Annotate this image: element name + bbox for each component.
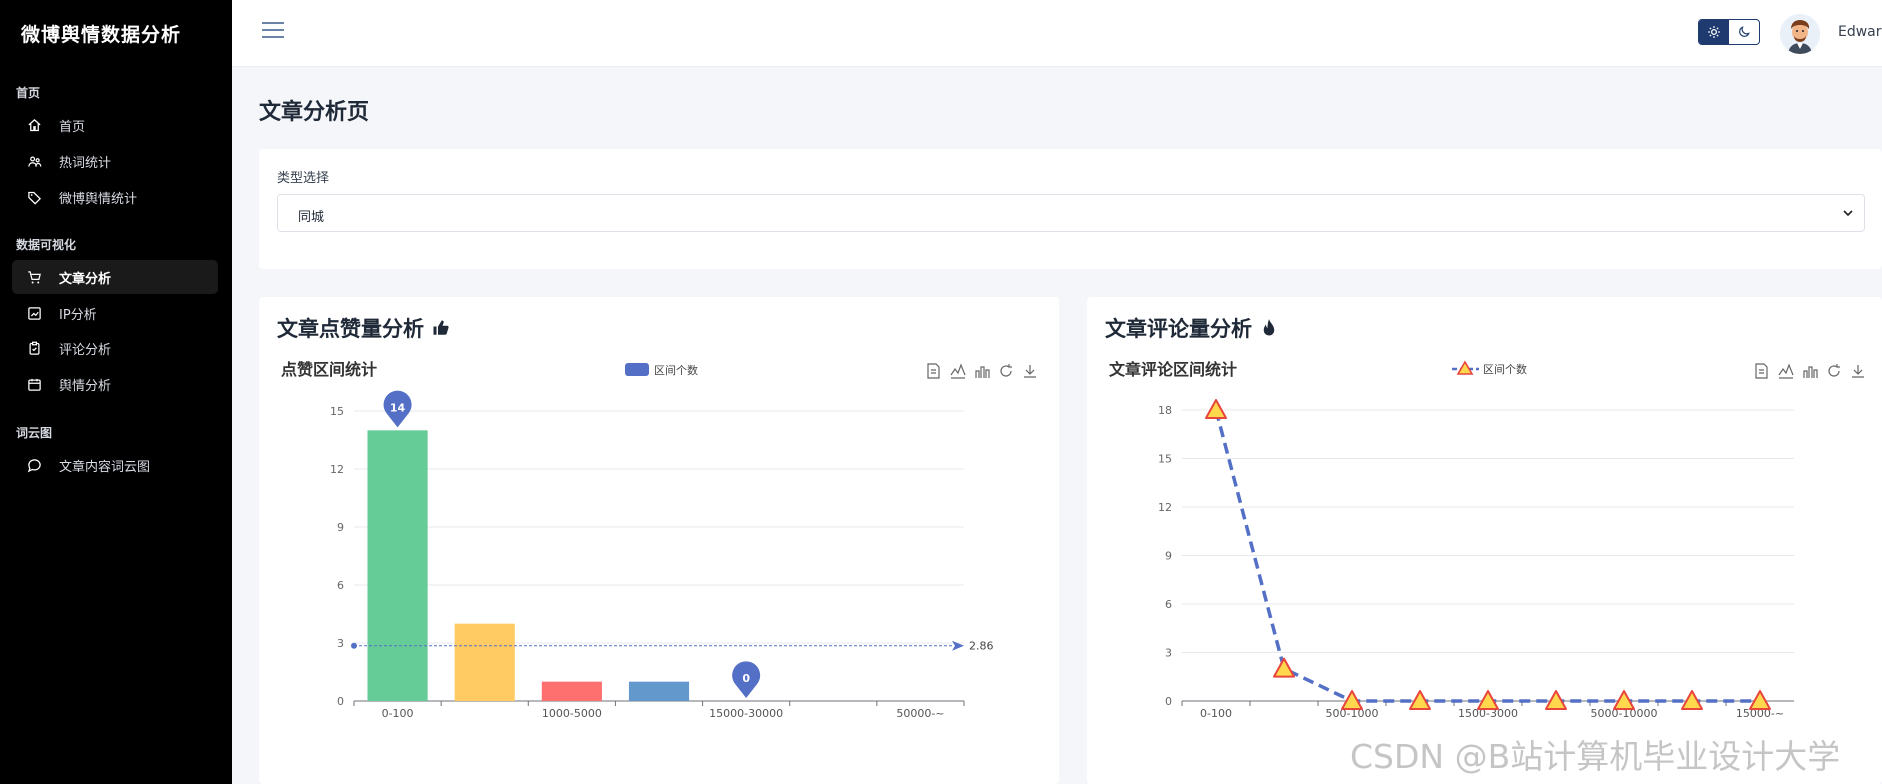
restore-icon[interactable] (1000, 364, 1012, 377)
sidebar-item-0-2[interactable]: 微博舆情统计 (12, 180, 218, 214)
sidebar-item-label: 舆情分析 (59, 378, 112, 394)
thumbs-up-icon (432, 319, 450, 337)
y-tick-label: 18 (1158, 404, 1172, 417)
brand-title: 微博舆情数据分析 (21, 24, 182, 46)
username[interactable]: Edward (1838, 24, 1882, 40)
chevron-down-icon (1842, 207, 1854, 223)
download-icon[interactable] (1852, 365, 1864, 378)
legend-label: 区间个数 (654, 364, 698, 377)
data-point (1273, 657, 1295, 678)
avatar[interactable] (1780, 14, 1820, 54)
line-switch-icon[interactable] (1778, 363, 1794, 379)
fire-icon (1260, 318, 1278, 338)
data-view-icon[interactable] (927, 363, 940, 379)
data-point (1749, 690, 1771, 710)
sidebar-item-label: IP分析 (59, 307, 97, 323)
sidebar-item-0-0[interactable]: 首页 (12, 108, 218, 142)
calendar-icon (26, 376, 42, 392)
comments-card: 文章评论量分析 文章评论区间统计 区间个数 0 3 6 9 12 15 18 0-100 500-1… (1087, 297, 1882, 784)
sidebar-item-label: 评论分析 (59, 342, 112, 358)
average-line-arrow (952, 640, 964, 651)
type-select[interactable]: 同城 (277, 194, 1865, 232)
filter-card: 类型选择 同城 (259, 149, 1882, 269)
sidebar: 微博舆情数据分析 首页 首页 热词统计 微博舆情统计 数据可视化 文章分析 IP分析 评论分析… (0, 0, 232, 784)
sidebar-item-label: 微博舆情统计 (59, 191, 138, 207)
likes-card-title: 文章点赞量分析 (277, 313, 450, 343)
y-tick-label: 9 (1165, 550, 1172, 563)
users-icon (26, 153, 42, 169)
y-tick-label: 9 (337, 521, 344, 534)
y-tick-label: 6 (337, 579, 344, 592)
sidebar-item-label: 热词统计 (59, 155, 112, 171)
data-point (1205, 399, 1227, 419)
sidebar-item-1-3[interactable]: 舆情分析 (12, 367, 218, 401)
moon-icon[interactable] (1729, 20, 1759, 44)
y-tick-label: 12 (330, 463, 344, 476)
type-select-label: 类型选择 (277, 171, 330, 186)
comments-chart: 文章评论区间统计 区间个数03691215180-100 500-1000 1500-… (1109, 360, 1864, 720)
bar-switch-icon[interactable] (975, 366, 990, 378)
page-title: 文章分析页 (259, 100, 370, 125)
y-tick-label: 12 (1158, 501, 1172, 514)
likes-card-title-text: 文章点赞量分析 (277, 317, 424, 341)
download-icon[interactable] (1024, 365, 1036, 378)
y-tick-label: 0 (1165, 695, 1172, 708)
sidebar-section-title: 数据可视化 (16, 238, 77, 252)
sidebar-item-label: 文章分析 (59, 271, 112, 287)
bar (454, 623, 515, 701)
x-tick-label: 0-100 (1200, 707, 1232, 720)
sidebar-item-1-0[interactable]: 文章分析 (12, 260, 218, 294)
average-line-label: 2.86 (969, 640, 994, 653)
line-switch-icon[interactable] (950, 363, 966, 379)
type-select-value: 同城 (298, 210, 325, 225)
y-tick-label: 3 (1165, 647, 1172, 660)
average-line-start (351, 642, 357, 649)
likes-card: 文章点赞量分析 点赞区间统计 区间个数 0 3 6 9 12 15 0-100 1000-5000… (259, 297, 1059, 784)
restore-icon[interactable] (1828, 364, 1840, 377)
y-tick-label: 6 (1165, 598, 1172, 611)
sidebar-item-1-1[interactable]: IP分析 (12, 296, 218, 330)
bar (367, 430, 428, 701)
chat-icon (26, 457, 42, 473)
sun-icon[interactable] (1699, 20, 1729, 44)
bar-switch-icon[interactable] (1803, 366, 1818, 378)
comments-card-title: 文章评论量分析 (1105, 313, 1278, 343)
cart-icon (26, 269, 42, 285)
x-tick-label: 1000-5000 (542, 707, 602, 720)
y-tick-label: 0 (337, 695, 344, 708)
chart-title: 点赞区间统计 (281, 360, 377, 379)
chart-title: 文章评论区间统计 (1109, 360, 1237, 379)
sidebar-item-1-2[interactable]: 评论分析 (12, 331, 218, 365)
data-view-icon[interactable] (1755, 363, 1768, 379)
comments-card-title-text: 文章评论量分析 (1105, 317, 1252, 341)
topbar: Edward (232, 0, 1882, 67)
y-tick-label: 3 (337, 637, 344, 650)
legend-label: 区间个数 (1483, 363, 1527, 376)
sidebar-item-label: 文章内容词云图 (59, 459, 151, 475)
theme-toggle[interactable] (1698, 19, 1760, 45)
x-tick-label: 50000-~ (896, 707, 944, 720)
menu-toggle-icon[interactable] (262, 22, 284, 42)
likes-chart: 点赞区间统计 区间个数 0 3 6 9 12 15 0-100 1000-5000 15000-30… (281, 360, 1036, 720)
clipboard-icon (26, 340, 42, 356)
tag-icon (26, 189, 42, 205)
y-tick-label: 15 (330, 405, 344, 418)
bar (628, 681, 690, 701)
sidebar-item-label: 首页 (59, 119, 86, 135)
sidebar-item-0-1[interactable]: 热词统计 (12, 144, 218, 178)
markpoint-label: 0 (742, 672, 750, 685)
watermark: CSDN @B站计算机毕业设计大学 (1350, 737, 1841, 776)
markpoint-label: 14 (390, 401, 406, 414)
x-tick-label: 15000-30000 (709, 707, 783, 720)
bar (541, 681, 602, 701)
x-tick-label: 0-100 (382, 707, 414, 720)
sidebar-section-title: 首页 (16, 86, 41, 100)
sidebar-item-2-0[interactable]: 文章内容词云图 (12, 448, 218, 482)
home-icon (26, 117, 42, 133)
legend-swatch (625, 363, 649, 376)
chart-box-icon (26, 305, 42, 321)
y-tick-label: 15 (1158, 453, 1172, 466)
sidebar-section-title: 词云图 (16, 426, 53, 440)
